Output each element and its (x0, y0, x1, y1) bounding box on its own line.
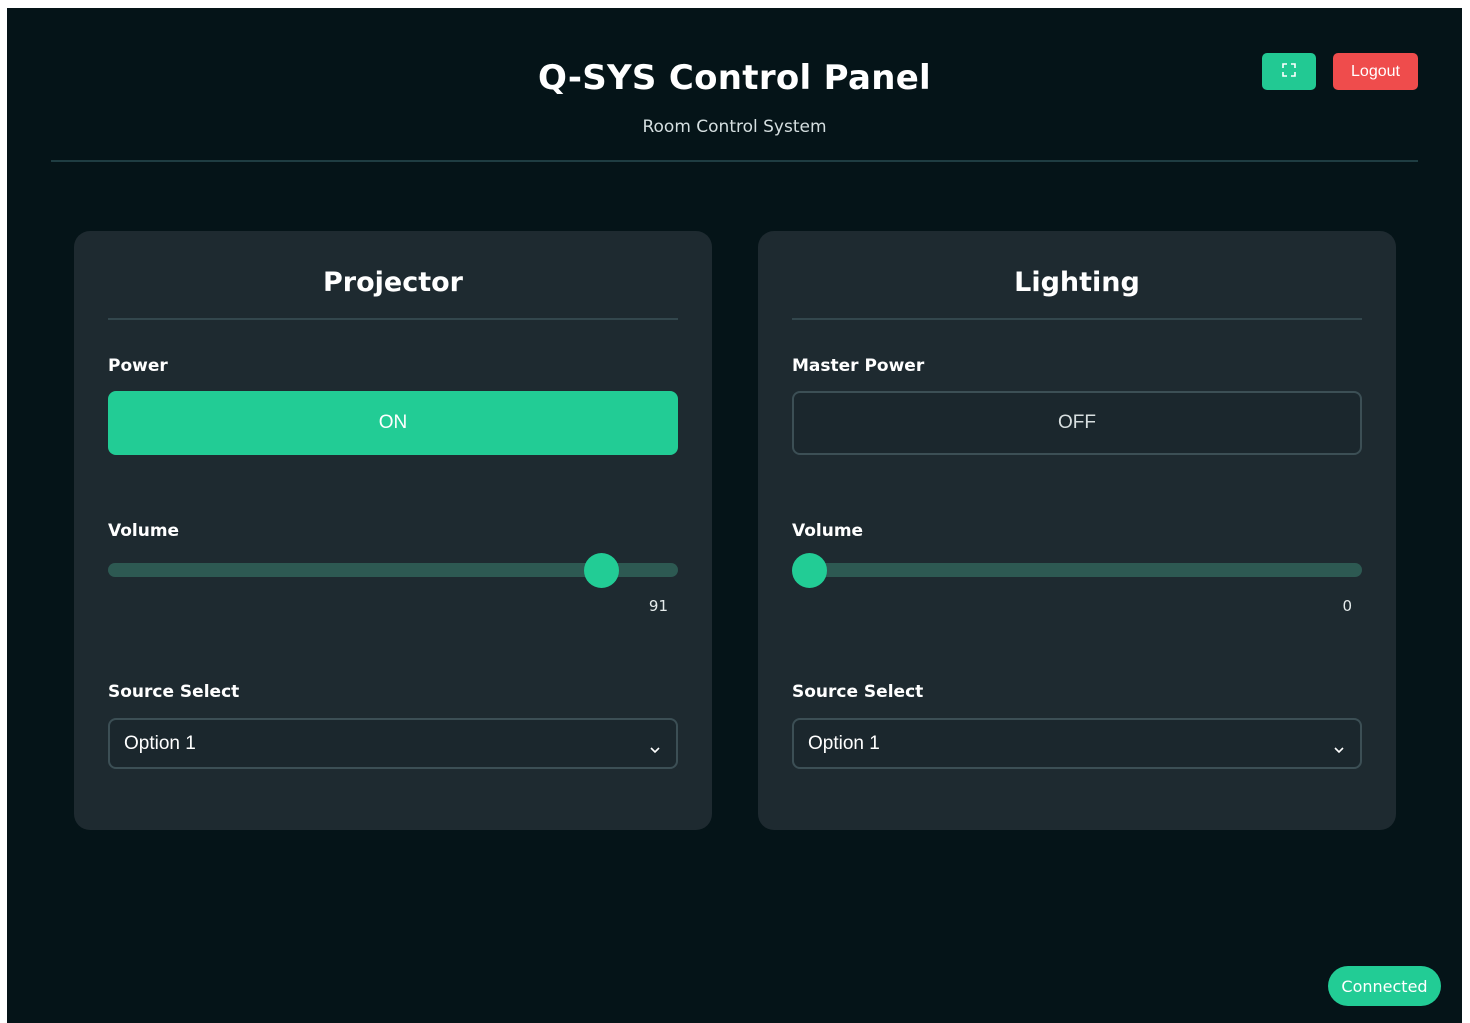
fullscreen-button[interactable] (1262, 53, 1316, 90)
logout-button[interactable]: Logout (1333, 53, 1418, 90)
page-title: Q-SYS Control Panel (537, 58, 932, 98)
projector-volume-label: Volume (108, 521, 180, 541)
projector-source-select[interactable]: Option 1 (108, 718, 678, 769)
projector-volume-value: 91 (648, 597, 668, 615)
chevron-down-icon (1334, 739, 1344, 753)
connection-status-badge: Connected (1328, 966, 1441, 1006)
lighting-source-label: Source Select (792, 682, 924, 702)
lighting-title: Lighting (1014, 267, 1140, 298)
projector-volume-slider[interactable] (108, 552, 678, 588)
header: Q-SYS Control Panel Room Control System … (7, 8, 1462, 168)
lighting-source-value: Option 1 (808, 732, 880, 754)
page-subtitle: Room Control System (642, 117, 827, 137)
app-window: Q-SYS Control Panel Room Control System … (7, 8, 1462, 1023)
projector-power-button[interactable]: ON (108, 391, 678, 455)
chevron-down-icon (650, 739, 660, 753)
lighting-card: Lighting Master Power OFF Volume 0 Sourc… (758, 231, 1396, 830)
lighting-power-label: Master Power (792, 356, 925, 376)
projector-title: Projector (323, 267, 463, 298)
projector-card: Projector Power ON Volume 91 Source Sele… (74, 231, 712, 830)
lighting-volume-label: Volume (792, 521, 864, 541)
projector-volume-thumb[interactable] (584, 552, 620, 588)
projector-source-label: Source Select (108, 682, 240, 702)
lighting-power-button[interactable]: OFF (792, 391, 1362, 455)
projector-divider (108, 318, 678, 320)
header-divider (51, 160, 1418, 162)
lighting-source-select[interactable]: Option 1 (792, 718, 1362, 769)
lighting-volume-thumb[interactable] (792, 552, 827, 588)
projector-power-label: Power (108, 356, 168, 376)
lighting-divider (792, 318, 1362, 320)
lighting-volume-value: 0 (1342, 597, 1352, 615)
projector-source-value: Option 1 (124, 732, 196, 754)
fullscreen-icon (1282, 63, 1296, 80)
lighting-volume-slider[interactable] (792, 552, 1362, 588)
